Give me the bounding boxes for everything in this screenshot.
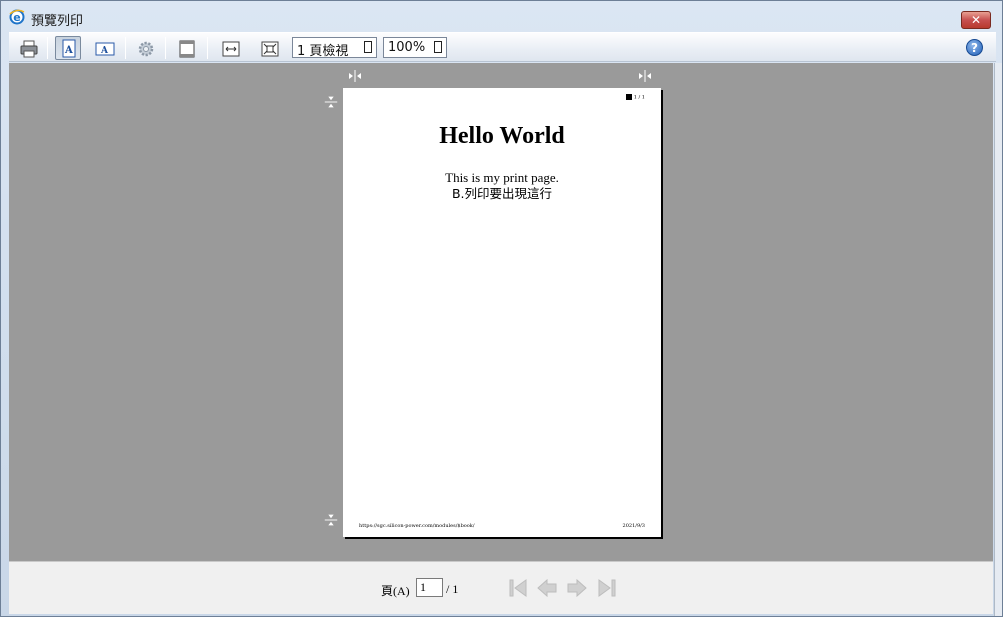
current-page-input[interactable]: 1 [416,578,443,597]
ie-icon: e [9,9,25,25]
fit-width-icon [222,41,240,57]
toolbar-separator [125,37,126,59]
svg-text:A: A [64,45,73,56]
zoom-dropdown[interactable]: 100% [383,37,447,58]
page-navigation-bar: 頁(A) 1 / 1 [9,561,993,614]
landscape-button[interactable]: A [91,36,117,60]
page-counter: 1 / 1 [625,94,645,101]
svg-text:A: A [100,46,109,56]
page-view-icon [434,41,442,53]
page-marker-icon [625,94,632,100]
gear-icon [138,41,154,57]
portrait-page-icon: A [62,39,76,58]
page-footer-url: https://sgc.silicon-power.com/modules/$b… [359,523,475,529]
toolbar-separator [165,37,166,59]
svg-text:e: e [13,11,20,24]
previous-page-icon[interactable] [536,577,558,599]
top-margin-handle[interactable] [322,94,340,110]
first-page-icon[interactable] [507,577,529,599]
page-text-line: B.列印要出現這行 [451,186,553,201]
title-bar: e 預覽列印 ✕ [1,1,1002,31]
toolbar-separator [207,37,208,59]
portrait-button[interactable]: A [55,36,81,60]
printer-icon [20,40,38,58]
page-setup-button[interactable] [132,36,158,60]
landscape-page-icon: A [95,42,115,56]
total-pages: / 1 [446,582,459,596]
header-footer-icon [179,40,195,58]
zoom-value: 100% [388,40,426,55]
left-margin-handle[interactable] [346,68,364,84]
page-counter-text: 1 / 1 [633,94,645,101]
view-mode-value: 1 頁檢視 [297,44,349,59]
page-heading: Hello World [439,123,565,149]
full-width-button[interactable] [217,36,243,60]
close-button[interactable]: ✕ [961,11,991,29]
window-title: 預覽列印 [31,14,84,29]
print-button[interactable] [15,36,41,60]
print-preview-window: e 預覽列印 ✕ A A 1 頁檢視 100% ? 1 / 1 Hello Wo… [0,0,1003,617]
next-page-icon[interactable] [566,577,588,599]
page-footer-date: 2021/9/3 [622,523,645,529]
preview-page: 1 / 1 Hello World This is my print page.… [343,88,661,537]
bottom-margin-handle[interactable] [322,512,340,528]
help-icon[interactable]: ? [966,39,983,56]
right-margin-handle[interactable] [636,68,654,84]
headers-footers-button[interactable] [173,36,199,60]
full-page-button[interactable] [256,36,282,60]
window-right-edge [994,63,1002,616]
fit-page-icon [261,41,279,57]
view-mode-dropdown[interactable]: 1 頁檢視 [292,37,377,59]
page-label: 頁(A) [381,584,410,598]
toolbar-separator [47,37,48,59]
preview-area: 1 / 1 Hello World This is my print page.… [9,63,993,561]
toolbar: A A 1 頁檢視 100% ? [9,32,996,62]
page-view-icon [364,41,372,53]
last-page-icon[interactable] [596,577,618,599]
